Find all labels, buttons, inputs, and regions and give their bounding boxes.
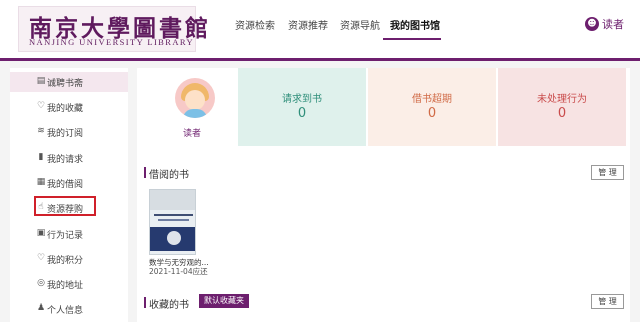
- nav-resource-navigation[interactable]: 资源导航: [340, 17, 380, 32]
- book-due-date: 2021-11-04应还: [149, 267, 208, 276]
- sidebar-item-borrowing[interactable]: ▦ 我的借阅: [10, 173, 128, 193]
- profile-card: 读者: [147, 68, 237, 146]
- sidebar-item-personal-info[interactable]: ♟ 个人信息: [10, 299, 128, 319]
- user-menu-label[interactable]: 读者: [602, 16, 624, 32]
- header: 南京大學圖書館 NANJING UNIVERSITY LIBRARY 资源检索 …: [0, 0, 640, 58]
- avatar-body: [183, 109, 207, 118]
- default-folder-tag[interactable]: 默认收藏夹: [199, 294, 249, 308]
- cover-subtitle-line: [158, 219, 189, 221]
- sidebar-item-label: 诚聘书斋: [47, 79, 84, 89]
- stat-label: 请求到书: [282, 94, 322, 105]
- avatar-face: [185, 90, 205, 110]
- nav-active-underline: [383, 38, 441, 40]
- highlight-box: [34, 196, 96, 216]
- sidebar-item-activity-log[interactable]: ▣ 行为记录: [10, 224, 128, 244]
- stat-pending[interactable]: 未处理行为 0: [498, 68, 626, 146]
- stat-value: 0: [427, 106, 437, 121]
- nav-my-library[interactable]: 我的图书馆: [390, 17, 440, 32]
- sidebar-item-requests[interactable]: ▮ 我的请求: [10, 148, 128, 168]
- sidebar-item-label: 我的借阅: [47, 180, 84, 190]
- sidebar-item-favorites[interactable]: ♡ 我的收藏: [10, 97, 128, 117]
- person-icon[interactable]: ☻: [585, 17, 599, 31]
- library-logo[interactable]: 南京大學圖書館 NANJING UNIVERSITY LIBRARY: [18, 6, 208, 52]
- sidebar-item-address[interactable]: ◎ 我的地址: [10, 274, 128, 294]
- stat-label: 未处理行为: [537, 94, 587, 105]
- user-icon: ♟: [36, 303, 46, 313]
- cover-title-line: [154, 214, 193, 216]
- rss-icon: ≋: [37, 126, 45, 136]
- cover-band: [150, 190, 195, 210]
- borrow-icon: ▦: [36, 177, 46, 187]
- sidebar-item-label: 个人信息: [47, 306, 84, 316]
- sidebar-item-label: 我的积分: [47, 256, 84, 266]
- stat-value: 0: [557, 106, 567, 121]
- sidebar: ▤ 诚聘书斋 ♡ 我的收藏 ≋ 我的订阅 ▮ 我的请求 ▦ 我的借阅 ☝ 资源荐…: [10, 68, 128, 322]
- location-icon: ◎: [37, 278, 45, 288]
- sidebar-item-label: 我的收藏: [47, 104, 84, 114]
- borrowed-section-title: 借阅的书: [144, 166, 189, 181]
- header-divider: [0, 58, 640, 61]
- profile-name: 读者: [183, 129, 202, 139]
- stat-value: 0: [297, 106, 307, 121]
- logo-en-text: NANJING UNIVERSITY LIBRARY: [29, 37, 194, 47]
- book-cover[interactable]: [149, 189, 196, 255]
- stat-overdue[interactable]: 借书超期 0: [368, 68, 496, 146]
- main-panel: 读者 请求到书 0 借书超期 0 未处理行为 0 借阅的书 管 理 数学与无穷观…: [137, 68, 630, 322]
- request-icon: ▮: [38, 152, 44, 162]
- book-icon: ▤: [36, 76, 46, 86]
- avatar[interactable]: [175, 78, 215, 118]
- points-icon: ♡: [36, 253, 46, 263]
- sidebar-item-bookshelf[interactable]: ▤ 诚聘书斋: [10, 72, 128, 92]
- sidebar-item-label: 行为记录: [47, 231, 84, 241]
- sidebar-item-points[interactable]: ♡ 我的积分: [10, 249, 128, 269]
- stat-requests[interactable]: 请求到书 0: [238, 68, 366, 146]
- heart-icon: ♡: [36, 101, 46, 111]
- nav-resource-recommend[interactable]: 资源推荐: [288, 17, 328, 32]
- nav-resource-search[interactable]: 资源检索: [235, 17, 275, 32]
- record-icon: ▣: [36, 228, 46, 238]
- manage-favorites-button[interactable]: 管 理: [591, 294, 624, 309]
- cover-image: [150, 227, 195, 251]
- sidebar-item-subscriptions[interactable]: ≋ 我的订阅: [10, 122, 128, 142]
- manage-borrowed-button[interactable]: 管 理: [591, 165, 624, 180]
- favorites-section-title: 收藏的书: [144, 296, 189, 311]
- sidebar-item-label: 我的请求: [47, 155, 84, 165]
- sidebar-item-label: 我的订阅: [47, 129, 84, 139]
- sidebar-item-label: 我的地址: [47, 281, 84, 291]
- stat-label: 借书超期: [412, 94, 452, 105]
